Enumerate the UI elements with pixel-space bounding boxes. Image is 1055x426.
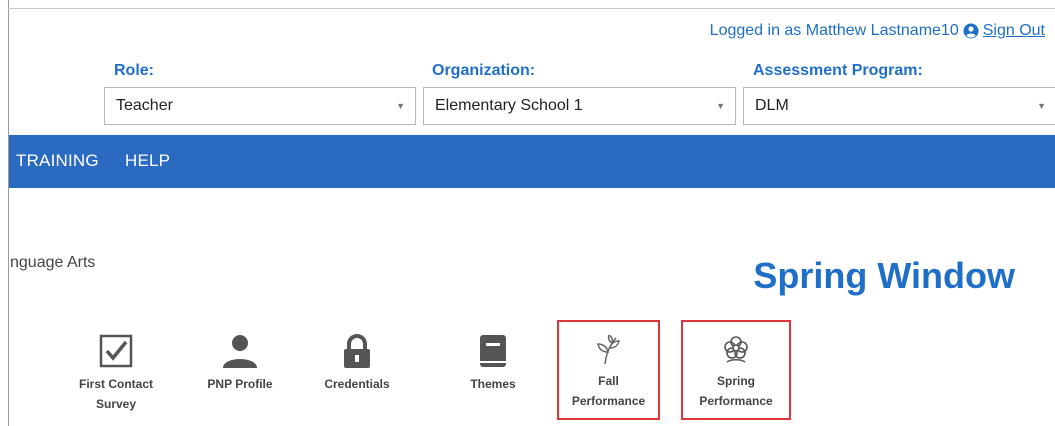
leaf-icon <box>559 333 658 371</box>
organization-label: Organization: <box>432 62 536 79</box>
nav-item-training[interactable]: TRAINING <box>16 151 99 171</box>
role-select[interactable]: Teacher ▼ <box>104 87 416 125</box>
tool-fall-performance[interactable]: Fall Performance <box>557 320 660 420</box>
tool-label-line1: Fall <box>598 374 619 388</box>
checkbox-icon <box>68 334 164 374</box>
assessment-program-select[interactable]: DLM ▼ <box>743 87 1055 125</box>
organization-select[interactable]: Elementary School 1 ▼ <box>423 87 736 125</box>
role-select-value: Teacher <box>116 97 173 114</box>
subject-label: nguage Arts <box>10 254 96 271</box>
tool-label-line1: Themes <box>470 377 516 391</box>
chevron-down-icon: ▼ <box>396 101 405 111</box>
book-icon <box>452 334 534 374</box>
chevron-down-icon: ▼ <box>1037 101 1046 111</box>
tool-pnp-profile[interactable]: PNP Profile <box>194 334 286 394</box>
tool-label-line2: Performance <box>571 394 646 408</box>
tool-spring-performance[interactable]: Spring Performance <box>681 320 791 420</box>
flower-icon <box>683 335 789 371</box>
role-label: Role: <box>114 62 154 79</box>
window-top-border <box>8 8 1055 9</box>
tool-label-line1: PNP Profile <box>207 377 273 391</box>
lock-icon <box>314 334 400 374</box>
tool-label-line1: Spring <box>717 374 755 388</box>
tool-themes[interactable]: Themes <box>452 334 534 394</box>
tool-first-contact-survey[interactable]: First Contact Survey <box>68 334 164 414</box>
assessment-program-label: Assessment Program: <box>753 62 923 79</box>
tool-label-line2: Survey <box>95 397 137 411</box>
organization-select-value: Elementary School 1 <box>435 97 583 114</box>
logged-in-text: Logged in as Matthew Lastname10 <box>709 22 959 39</box>
assessment-program-select-value: DLM <box>755 97 789 114</box>
tool-credentials[interactable]: Credentials <box>314 334 400 394</box>
tool-label-line2: Performance <box>699 394 773 408</box>
chevron-down-icon: ▼ <box>716 101 725 111</box>
tool-label-line1: Credentials <box>324 377 390 391</box>
nav-item-help[interactable]: HELP <box>125 151 170 171</box>
person-icon <box>194 334 286 374</box>
user-circle-icon <box>963 23 979 39</box>
tool-label-line1: First Contact <box>78 377 153 391</box>
login-bar: Logged in as Matthew Lastname10 Sign Out <box>710 22 1045 40</box>
window-left-border <box>8 0 9 426</box>
window-title: Spring Window <box>753 255 1015 296</box>
sign-out-link[interactable]: Sign Out <box>983 22 1045 40</box>
